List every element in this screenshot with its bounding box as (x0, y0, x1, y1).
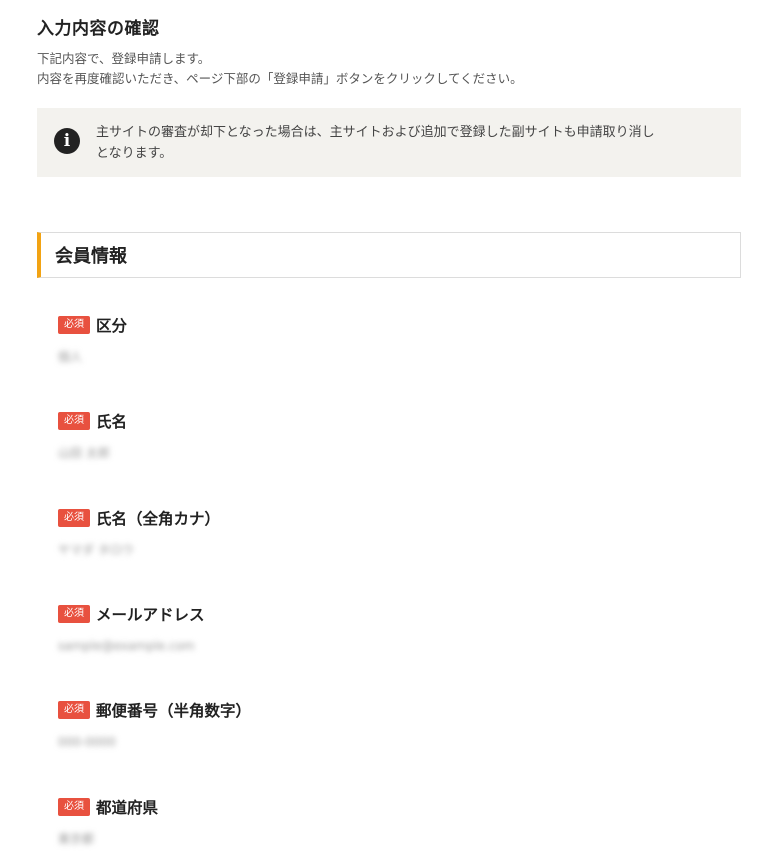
field-label: メールアドレス (96, 606, 205, 624)
required-badge: 必須 (58, 316, 90, 334)
required-badge: 必須 (58, 605, 90, 623)
field-name: 必須 氏名 山田 太郎 (58, 410, 738, 462)
field-postal-code: 必須 郵便番号（半角数字） 000-0000 (58, 699, 738, 751)
confirmation-page: 入力内容の確認 下記内容で、登録申請します。 内容を再度確認いただき、ページ下部… (0, 0, 779, 853)
notice-text-line-1: 主サイトの審査が却下となった場合は、主サイトおよび追加で登録した副サイトも申請取… (96, 125, 655, 140)
field-email: 必須 メールアドレス sample@example.com (58, 603, 738, 655)
required-badge: 必須 (58, 509, 90, 527)
field-prefecture: 必須 都道府県 東京都 (58, 796, 738, 848)
field-value: 東京都 (58, 832, 95, 846)
field-label: 郵便番号（半角数字） (96, 702, 252, 720)
description-line-2: 内容を再度確認いただき、ページ下部の「登録申請」ボタンをクリックしてください。 (37, 71, 523, 86)
field-value: 000-0000 (58, 735, 116, 749)
info-icon: i (54, 128, 80, 154)
field-value: 山田 太郎 (58, 446, 110, 460)
required-badge: 必須 (58, 798, 90, 816)
required-badge: 必須 (58, 701, 90, 719)
field-label: 都道府県 (96, 799, 159, 817)
section-header-member-info: 会員情報 (37, 232, 741, 278)
field-category: 必須 区分 個人 (58, 314, 738, 366)
notice-text: 主サイトの審査が却下となった場合は、主サイトおよび追加で登録した副サイトも申請取… (96, 122, 726, 164)
field-name-kana: 必須 氏名（全角カナ） ヤマダ タロウ (58, 507, 738, 559)
section-title: 会員情報 (55, 246, 127, 267)
description-line-1: 下記内容で、登録申請します。 (37, 51, 211, 66)
field-label: 区分 (96, 317, 128, 335)
required-badge: 必須 (58, 412, 90, 430)
field-value: 個人 (58, 350, 83, 364)
field-label: 氏名（全角カナ） (96, 510, 221, 528)
notice-text-line-2: となります。 (96, 146, 173, 161)
field-label: 氏名 (96, 413, 128, 431)
notice-box: i 主サイトの審査が却下となった場合は、主サイトおよび追加で登録した副サイトも申… (37, 108, 741, 177)
page-description: 下記内容で、登録申請します。 内容を再度確認いただき、ページ下部の「登録申請」ボ… (37, 49, 523, 89)
field-value: sample@example.com (58, 639, 195, 653)
field-value: ヤマダ タロウ (58, 543, 134, 557)
page-title: 入力内容の確認 (37, 19, 160, 39)
